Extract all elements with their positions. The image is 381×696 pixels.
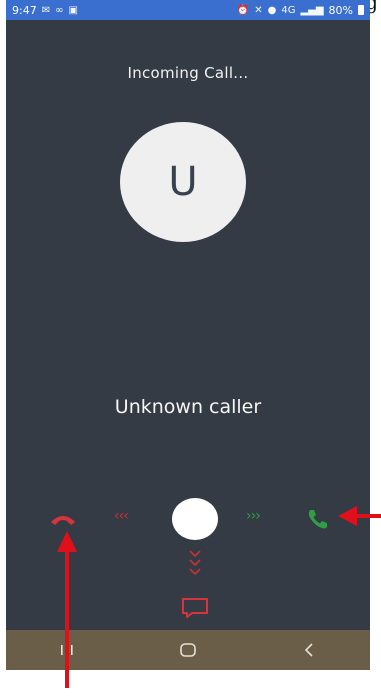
home-button[interactable] <box>168 638 208 662</box>
status-left: 9:47 ✉ ∞ ▣ <box>12 4 78 17</box>
status-right: ⏰ ✕ ● 4G ▂▄▆ 80% <box>237 4 364 17</box>
alarm-icon: ⏰ <box>236 4 250 16</box>
incoming-call-label: Incoming Call... <box>127 64 249 82</box>
image-icon: ▣ <box>68 4 78 16</box>
swipe-down-chevrons <box>189 550 201 576</box>
messenger-icon: ✉ <box>41 4 51 16</box>
back-button[interactable] <box>289 638 329 662</box>
swipe-handle[interactable] <box>172 498 218 540</box>
caller-avatar: U <box>120 122 246 242</box>
hang-up-icon <box>51 516 75 525</box>
network-type: 4G <box>281 4 296 16</box>
signal-icon: ▂▄▆ <box>300 4 324 16</box>
avatar-initial: U <box>168 159 198 205</box>
caller-name: Unknown caller <box>114 396 262 418</box>
status-time: 9:47 <box>12 3 37 17</box>
swipe-left-chevrons: ‹‹‹ <box>114 508 129 524</box>
recent-apps-icon <box>60 645 73 655</box>
mute-icon: ✕ <box>254 4 263 16</box>
recent-apps-button[interactable] <box>47 638 87 662</box>
back-icon <box>305 643 313 657</box>
status-bar: 9:47 ✉ ∞ ▣ ⏰ ✕ ● 4G ▂▄▆ 80% <box>6 0 370 20</box>
battery-percent: 80% <box>328 3 353 17</box>
answer-call-button[interactable] <box>304 506 332 532</box>
message-icon[interactable] <box>180 596 210 620</box>
phone-icon <box>308 510 327 529</box>
swipe-right-chevrons: ››› <box>246 508 261 524</box>
phone-screen: 9:47 ✉ ∞ ▣ ⏰ ✕ ● 4G ▂▄▆ 80% Incoming Cal… <box>6 0 370 670</box>
location-icon: ● <box>267 4 277 16</box>
decline-call-button[interactable] <box>48 508 78 530</box>
voicemail-icon: ∞ <box>55 4 64 16</box>
battery-icon <box>358 5 364 15</box>
home-icon <box>180 643 196 657</box>
navigation-bar <box>6 630 370 670</box>
